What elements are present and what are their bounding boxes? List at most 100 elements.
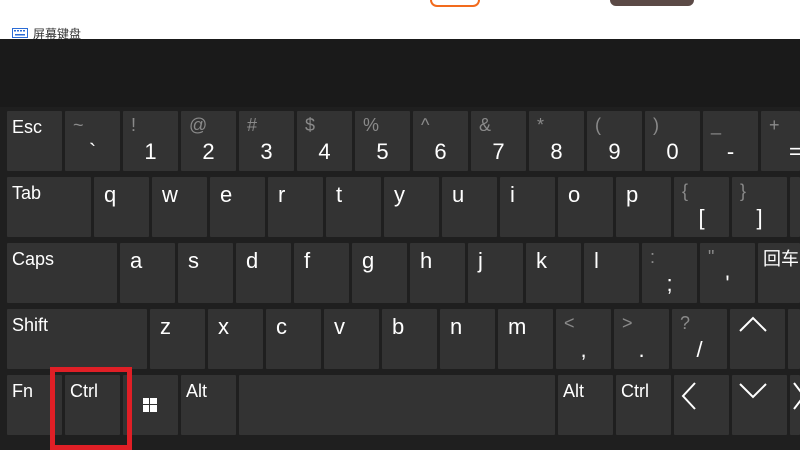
key-enter[interactable]: 回车 [758,243,800,303]
key-ctrl-right[interactable]: Ctrl [616,375,671,435]
key-symbol: 1 [144,139,157,164]
key-4[interactable]: $ 4 [297,111,352,171]
key-shift-symbol: ( [595,115,601,135]
window-titlebar[interactable]: 屏幕键盘 [0,10,800,41]
key-label: Tab [12,183,42,203]
key-0[interactable]: ) 0 [645,111,700,171]
keyboard-icon [12,28,28,38]
key-equals[interactable]: + = [761,111,800,171]
key-slash[interactable]: ? / [672,309,727,369]
key-m[interactable]: m [498,309,553,369]
key-quote[interactable]: " ' [700,243,755,303]
key-semicolon[interactable]: : ; [642,243,697,303]
background-photo [610,0,694,6]
key-shift-right[interactable] [788,309,800,369]
key-symbol: 2 [202,139,215,164]
key-s[interactable]: s [178,243,233,303]
key-d[interactable]: d [236,243,291,303]
key-f[interactable]: f [294,243,349,303]
key-space[interactable] [239,375,555,435]
key-shift-symbol: % [363,115,380,135]
key-char: x [218,314,229,339]
key-alt-right[interactable]: Alt [558,375,613,435]
key-backslash[interactable] [790,177,800,237]
arrow-up-icon [739,316,767,332]
key-i[interactable]: i [500,177,555,237]
key-char: k [536,248,547,273]
key-char: i [510,182,515,207]
key-symbol: 7 [492,139,505,164]
key-shift-symbol: < [564,313,575,333]
key-5[interactable]: % 5 [355,111,410,171]
key-char: y [394,182,405,207]
key-p[interactable]: p [616,177,671,237]
key-char: t [336,182,343,207]
key-tab[interactable]: Tab [7,177,91,237]
key-backtick[interactable]: ~ ` [65,111,120,171]
key-open-bracket[interactable]: { [ [674,177,729,237]
key-shift-symbol: : [650,247,656,267]
key-r[interactable]: r [268,177,323,237]
key-arrow-down[interactable] [732,375,787,435]
key-l[interactable]: l [584,243,639,303]
key-shift-symbol: * [537,115,545,135]
key-n[interactable]: n [440,309,495,369]
key-esc[interactable]: Esc [7,111,62,171]
key-c[interactable]: c [266,309,321,369]
key-symbol: [ [698,205,705,230]
key-minus[interactable]: _ - [703,111,758,171]
key-char: n [450,314,463,339]
key-b[interactable]: b [382,309,437,369]
key-shift-symbol: + [769,115,780,135]
key-label: Shift [12,315,49,335]
key-close-bracket[interactable]: } ] [732,177,787,237]
key-alt-left[interactable]: Alt [181,375,236,435]
key-2[interactable]: @ 2 [181,111,236,171]
key-e[interactable]: e [210,177,265,237]
key-7[interactable]: & 7 [471,111,526,171]
key-label: Esc [12,117,43,137]
key-caps[interactable]: Caps [7,243,117,303]
key-w[interactable]: w [152,177,207,237]
key-period[interactable]: > . [614,309,669,369]
key-shift-symbol: } [740,181,747,201]
arrow-right-icon [793,382,800,410]
key-char: z [160,314,171,339]
key-1[interactable]: ! 1 [123,111,178,171]
key-h[interactable]: h [410,243,465,303]
key-char: p [626,182,639,207]
key-q[interactable]: q [94,177,149,237]
key-j[interactable]: j [468,243,523,303]
key-v[interactable]: v [324,309,379,369]
key-arrow-up[interactable] [730,309,785,369]
key-shift-symbol: ) [653,115,659,135]
key-6[interactable]: ^ 6 [413,111,468,171]
key-symbol: 8 [550,139,563,164]
highlight-box [50,367,132,450]
key-symbol: 9 [608,139,621,164]
key-a[interactable]: a [120,243,175,303]
key-8[interactable]: * 8 [529,111,584,171]
key-arrow-right[interactable] [790,375,800,435]
key-z[interactable]: z [150,309,205,369]
key-x[interactable]: x [208,309,263,369]
key-char: a [130,248,143,273]
key-shift-symbol: $ [305,115,316,135]
key-9[interactable]: ( 9 [587,111,642,171]
key-char: j [478,248,483,273]
key-shift-symbol: ! [131,115,137,135]
key-y[interactable]: y [384,177,439,237]
key-comma[interactable]: < , [556,309,611,369]
key-o[interactable]: o [558,177,613,237]
key-u[interactable]: u [442,177,497,237]
key-k[interactable]: k [526,243,581,303]
key-symbol: ] [756,205,763,230]
key-t[interactable]: t [326,177,381,237]
key-label: Alt [186,381,208,401]
key-symbol: . [638,337,645,362]
key-3[interactable]: # 3 [239,111,294,171]
key-arrow-left[interactable] [674,375,729,435]
key-shift-left[interactable]: Shift [7,309,147,369]
key-g[interactable]: g [352,243,407,303]
key-char: l [594,248,599,273]
